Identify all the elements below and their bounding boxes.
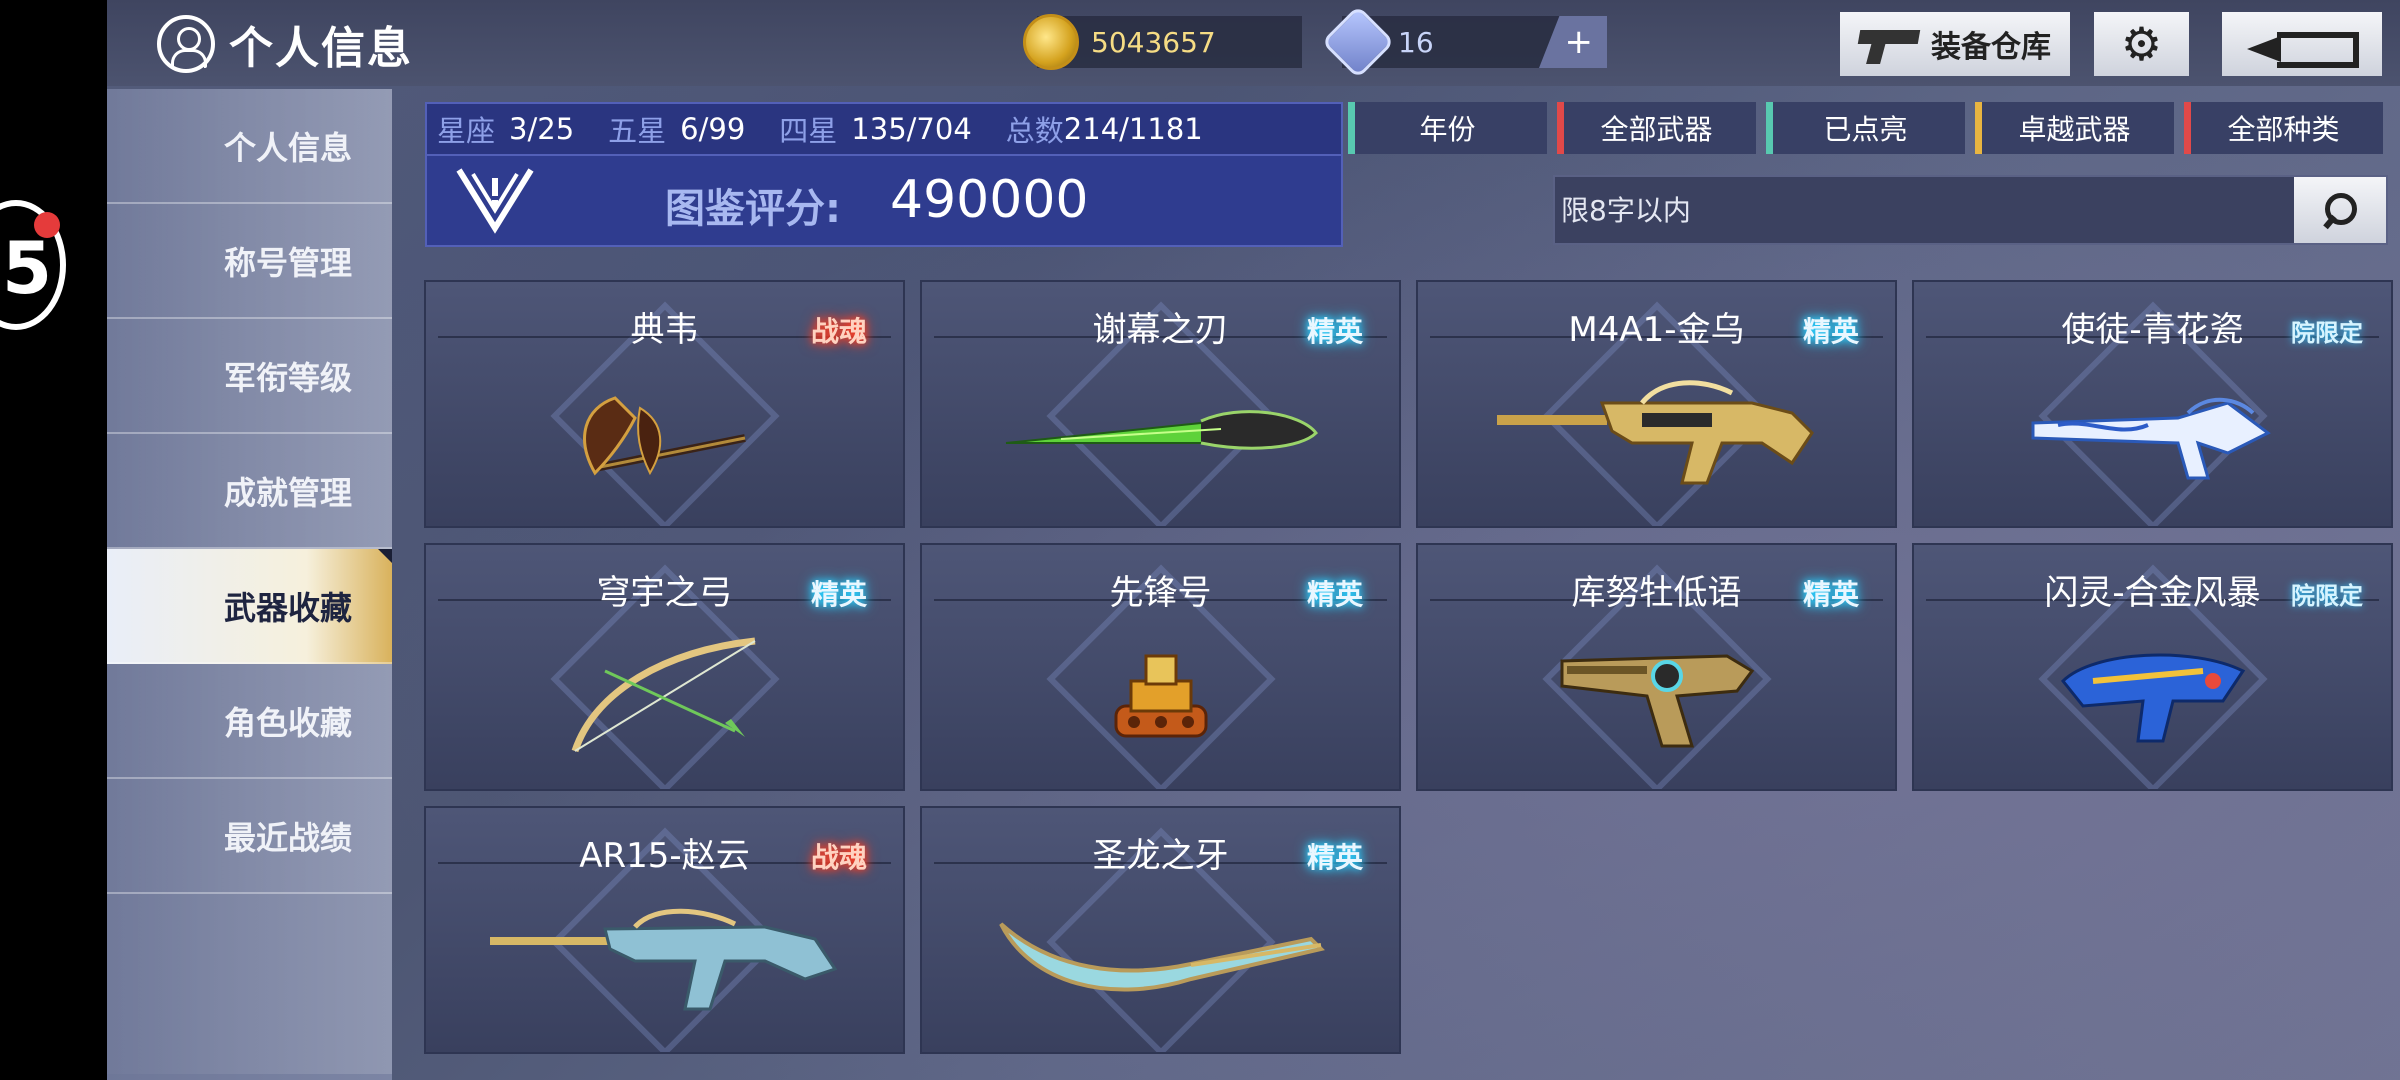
- gear-icon: ⚙: [2120, 17, 2163, 71]
- constellation-value: 3/25: [509, 112, 575, 146]
- cannon-weapon-icon: [2031, 398, 2271, 480]
- search-box: [1553, 175, 2388, 245]
- gold-currency[interactable]: 5043657: [1023, 14, 1302, 70]
- blade-weapon-icon: [1005, 410, 1318, 450]
- sidebar-item-rank-level[interactable]: 军衔等级: [107, 319, 392, 434]
- weapon-card[interactable]: 先锋号 精英: [920, 543, 1401, 791]
- rifle-weapon-icon: [1496, 380, 1814, 485]
- filter-bar: 年份 全部武器 已点亮 卓越武器 全部种类: [1348, 102, 2388, 154]
- score-label: 图鉴评分:: [665, 186, 841, 232]
- notification-dot: [34, 212, 60, 238]
- sidebar-item-achievements[interactable]: 成就管理: [107, 434, 392, 549]
- page-title: 个人信息: [229, 23, 413, 74]
- four-star-value: 135/704: [851, 112, 972, 146]
- screen-edge: [0, 0, 107, 1080]
- back-button[interactable]: [2222, 12, 2382, 76]
- search-icon: [2321, 191, 2359, 229]
- weapon-card[interactable]: 闪灵-合金风暴 院限定: [1912, 543, 2393, 791]
- sidebar-item-weapon-collection[interactable]: 武器收藏: [107, 549, 392, 664]
- weapon-card[interactable]: M4A1-金乌 精英: [1416, 280, 1897, 528]
- filter-year[interactable]: 年份: [1348, 102, 1547, 154]
- weapon-card[interactable]: 典韦 战魂: [424, 280, 905, 528]
- filter-lit[interactable]: 已点亮: [1766, 102, 1965, 154]
- filter-excellent-weapons[interactable]: 卓越武器: [1975, 102, 2174, 154]
- sidebar-item-personal-info[interactable]: 个人信息: [107, 89, 392, 204]
- war-soul-badge: 战魂: [783, 828, 895, 884]
- floating-badge-number: 5: [2, 226, 53, 310]
- limited-badge: 院限定: [2271, 565, 2383, 621]
- elite-badge: 精英: [1279, 565, 1391, 621]
- gem-amount: 16: [1398, 25, 1434, 59]
- bow-weapon-icon: [571, 637, 756, 753]
- sidebar-item-character-collection[interactable]: 角色收藏: [107, 664, 392, 779]
- rifle-weapon-icon: [489, 909, 837, 1011]
- weapon-grid: 典韦 战魂 谢幕之刃 精英 M4A1-金乌 精英 使徒-青花瓷 院限定 穹宇之弓…: [424, 280, 2393, 1054]
- weapon-card[interactable]: 谢幕之刃 精英: [920, 280, 1401, 528]
- five-star-value: 6/99: [680, 112, 746, 146]
- collection-badge-icon: [455, 164, 535, 234]
- gem-currency: 16 +: [1321, 5, 1607, 79]
- five-star-label: 五星: [608, 114, 667, 148]
- score-value: 490000: [890, 170, 1089, 230]
- elite-badge: 精英: [1279, 302, 1391, 358]
- profile-icon: [157, 15, 215, 73]
- weapon-card[interactable]: 库努牡低语 精英: [1416, 543, 1897, 791]
- gem-icon: [1321, 5, 1395, 79]
- add-gem-button[interactable]: +: [1539, 16, 1607, 68]
- total-value: 214/1181: [1063, 112, 1203, 146]
- total-label: 总数: [1005, 114, 1064, 148]
- stats-row: 星座 3/25 五星 6/99 四星 135/704 总数 214/1181: [427, 104, 1341, 156]
- search-input[interactable]: [1555, 177, 2290, 243]
- elite-badge: 精英: [1279, 828, 1391, 884]
- collection-stats-panel: 星座 3/25 五星 6/99 四星 135/704 总数 214/1181 图…: [425, 102, 1343, 247]
- elite-badge: 精英: [1775, 302, 1887, 358]
- elite-badge: 精英: [783, 565, 895, 621]
- sidebar-empty-slot: [107, 894, 392, 1074]
- tank-weapon-icon: [1114, 654, 1207, 738]
- filter-all-weapons[interactable]: 全部武器: [1557, 102, 1756, 154]
- four-star-label: 四星: [779, 114, 838, 148]
- weapon-card[interactable]: 穹宇之弓 精英: [424, 543, 905, 791]
- back-arrow-icon: [2247, 26, 2359, 68]
- weapon-card[interactable]: 圣龙之牙 精英: [920, 806, 1401, 1054]
- page-title-group: 个人信息: [157, 12, 413, 76]
- coin-icon: [1023, 14, 1079, 70]
- limited-badge: 院限定: [2271, 302, 2383, 358]
- settings-button[interactable]: ⚙: [2094, 12, 2189, 76]
- weapon-card[interactable]: 使徒-青花瓷 院限定: [1912, 280, 2393, 528]
- equipment-warehouse-button[interactable]: 装备仓库: [1840, 12, 2070, 76]
- elite-badge: 精英: [1775, 565, 1887, 621]
- war-soul-badge: 战魂: [783, 302, 895, 358]
- filter-all-types[interactable]: 全部种类: [2184, 102, 2383, 154]
- axe-weapon-icon: [582, 396, 746, 476]
- revolver-weapon-icon: [1560, 654, 1754, 748]
- score-row: 图鉴评分: 490000: [427, 156, 1341, 245]
- sidebar-item-title-management[interactable]: 称号管理: [107, 204, 392, 319]
- search-button[interactable]: [2294, 177, 2386, 243]
- pistol-icon: [1859, 24, 1921, 64]
- sidebar: 个人信息 称号管理 军衔等级 成就管理 武器收藏 角色收藏 最近战绩: [107, 89, 392, 1080]
- blaster-weapon-icon: [2060, 653, 2245, 743]
- top-bar: 个人信息 5043657 16 + 装备仓库 ⚙: [107, 0, 2400, 86]
- constellation-label: 星座: [437, 114, 496, 148]
- sidebar-item-recent-record[interactable]: 最近战绩: [107, 779, 392, 894]
- weapon-card[interactable]: AR15-赵云 战魂: [424, 806, 905, 1054]
- warehouse-label: 装备仓库: [1931, 30, 2051, 65]
- gold-amount: 5043657: [1091, 25, 1216, 59]
- sickle-weapon-icon: [998, 922, 1325, 992]
